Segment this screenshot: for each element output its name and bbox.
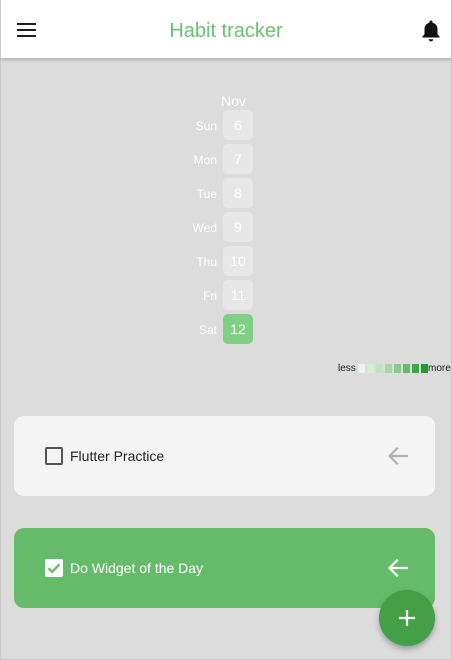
weekday-label: Sat xyxy=(198,323,217,337)
arrow-left-icon xyxy=(387,558,409,578)
heatmap-day-cell[interactable]: 9 xyxy=(223,212,253,242)
weekday-label: Tue xyxy=(196,187,217,201)
legend-less-label: less xyxy=(338,363,356,374)
weekday-label: Sun xyxy=(195,119,217,133)
weekday-label: Fri xyxy=(203,289,217,303)
heatmap-row: Mon 7 xyxy=(0,144,452,174)
month-label: Nov xyxy=(221,93,246,109)
heatmap-row: Sat 12 xyxy=(0,314,452,344)
legend-swatch xyxy=(367,364,374,373)
app-bar: Habit tracker xyxy=(0,0,452,58)
bell-icon xyxy=(422,20,440,42)
weekday-label: Mon xyxy=(193,153,217,167)
add-habit-button[interactable] xyxy=(379,590,435,646)
arrow-left-icon xyxy=(387,446,409,466)
legend-swatch xyxy=(376,364,383,373)
heatmap-legend: less more xyxy=(338,362,452,376)
heatmap-row: Fri 11 xyxy=(0,280,452,310)
heatmap-row: Sun 6 xyxy=(0,110,452,140)
habit-label: Do Widget of the Day xyxy=(70,560,204,576)
weekday-label: Wed xyxy=(192,221,217,235)
legend-more-label: more xyxy=(428,363,451,374)
legend-swatch xyxy=(403,364,410,373)
legend-swatch xyxy=(412,364,419,373)
heatmap-row: Tue 8 xyxy=(0,178,452,208)
habit-swipe-button[interactable] xyxy=(387,558,409,578)
heatmap-day-cell[interactable]: 8 xyxy=(223,178,253,208)
app-title: Habit tracker xyxy=(169,20,283,42)
habit-label: Flutter Practice xyxy=(70,448,165,464)
notifications-button[interactable] xyxy=(419,18,445,44)
habit-swipe-button[interactable] xyxy=(387,446,409,466)
check-icon xyxy=(47,563,61,574)
habit-heatmap: Nov Sun 6 Mon 7 Tue 8 Wed 9 Thu 10 Fri 1… xyxy=(0,88,452,348)
habit-checkbox[interactable] xyxy=(45,447,63,465)
legend-swatch xyxy=(358,364,365,373)
habit-checkbox[interactable] xyxy=(45,559,63,577)
legend-swatch xyxy=(394,364,401,373)
heatmap-row: Wed 9 xyxy=(0,212,452,242)
heatmap-day-cell[interactable]: 12 xyxy=(223,314,253,344)
habit-card-flutter-practice[interactable]: Flutter Practice xyxy=(14,416,435,496)
plus-icon xyxy=(399,610,415,626)
heatmap-day-cell[interactable]: 11 xyxy=(223,280,253,310)
heatmap-day-cell[interactable]: 7 xyxy=(223,144,253,174)
heatmap-day-cell[interactable]: 10 xyxy=(223,246,253,276)
heatmap-row: Thu 10 xyxy=(0,246,452,276)
heatmap-day-cell[interactable]: 6 xyxy=(223,110,253,140)
legend-swatch xyxy=(385,364,392,373)
habit-card-widget-of-the-day[interactable]: Do Widget of the Day xyxy=(14,528,435,608)
weekday-label: Thu xyxy=(196,255,217,269)
legend-swatch xyxy=(421,364,428,373)
